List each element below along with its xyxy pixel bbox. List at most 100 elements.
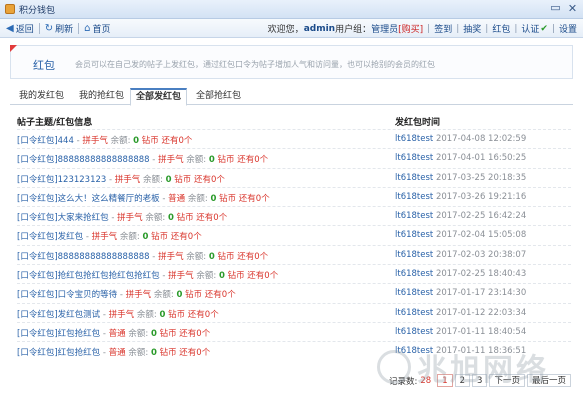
row-subject-link[interactable]: 红包抢红包 [58,329,101,339]
row-unit: 钻币 [159,328,177,339]
row-user-link[interactable]: lt618test [395,173,433,183]
row-info: [口令红包]444 - 拼手气 余额: 0 钻币 还有0个 [17,134,192,146]
row-balance-label: 余额: [128,348,149,359]
row-balance-label: 余额: [186,251,207,262]
row-info: [口令红包]红包抢红包 - 普通 余额: 0 钻币 还有0个 [17,327,210,339]
row-type: 拼手气 [158,251,184,262]
divider: | [485,23,489,34]
row-user-link[interactable]: lt618test [395,269,433,279]
row-unit: 钻币 [217,155,235,166]
row-tag-link[interactable]: [口令红包] [17,252,58,262]
row-time: 2017-02-04 15:05:08 [435,230,527,241]
lottery-link[interactable]: 抽奖 [463,22,481,35]
row-tag-link[interactable]: [口令红包] [17,290,58,300]
row-subject-link[interactable]: 发红包测试 [58,310,101,320]
checkin-link[interactable]: 签到 [434,22,452,35]
row-remaining: 还有0个 [193,174,225,185]
intro-description: 会员可以在自己发的帖子上发红包，通过红包口令为帖子增加人气和访问量，也可以抢别的… [75,60,435,69]
row-balance-label: 余额: [128,328,149,339]
row-type: 拼手气 [125,290,152,301]
settings-link[interactable]: 设置 [559,22,577,35]
row-balance-amount: 0 [167,213,174,224]
row-subject-link[interactable]: 红包抢红包 [58,348,101,358]
row-remaining: 还有0个 [237,155,269,166]
row-tag-link[interactable]: [口令红包] [17,175,58,185]
row-sep: - [108,213,118,224]
verify-link[interactable]: 认证 [521,22,539,35]
back-button[interactable]: ◀ 返回 [6,22,34,35]
row-subject-link[interactable]: 口令宝贝的等待 [58,290,118,300]
row-user-link[interactable]: lt618test [395,250,433,260]
redpacket-link[interactable]: 红包 [492,22,510,35]
row-balance-label: 余额: [153,290,174,301]
row-subject-link[interactable]: 123123123 [58,175,107,185]
toolbar: ◀ 返回 ↻ 刷新 ⌂ 首页 欢迎您， admin 用户组： 管理员 [购买] … [0,19,583,38]
row-subject-link[interactable]: 444 [58,136,74,146]
table-row: [口令红包]88888888888888888 - 拼手气 余额: 0 钻币 还… [17,244,571,264]
row-time: 2017-01-17 23:14:30 [435,288,527,299]
row-info: [口令红包]发红包测试 - 拼手气 余额: 0 钻币 还有0个 [17,308,219,320]
row-subject-link[interactable]: 抢红包抢红包抢红包抢红包 [58,271,160,281]
row-subject-link[interactable]: 发红包 [58,232,84,242]
row-type: 拼手气 [108,309,135,320]
row-user-link[interactable]: lt618test [395,192,433,202]
row-tag-link[interactable]: [口令红包] [17,213,58,223]
row-tag-link[interactable]: [口令红包] [17,271,58,281]
tab-my-sent[interactable]: 我的发红包 [14,89,69,105]
row-balance-amount: 0 [176,290,183,301]
row-unit: 钻币 [176,213,194,224]
row-time: 2017-02-25 16:42:24 [435,211,527,222]
divider: | [427,23,431,34]
row-balance-amount: 0 [165,174,172,185]
table-row: [口令红包]88888888888888888 - 拼手气 余额: 0 钻币 还… [17,148,571,167]
row-tag-link[interactable]: [口令红包] [17,310,58,320]
row-user-link[interactable]: lt618test [395,153,433,163]
buy-link[interactable]: [购买] [398,22,423,35]
row-tag-link[interactable]: [口令红包] [17,329,58,339]
row-tag-link[interactable]: [口令红包] [17,136,58,146]
username-link[interactable]: admin [304,24,335,34]
row-balance-label: 余额: [136,309,157,320]
row-sep: - [149,155,159,166]
row-balance-label: 余额: [196,271,217,282]
row-time-cell: lt618test 2017-01-17 23:14:30 [395,288,526,298]
row-balance-amount: 0 [133,136,140,146]
close-icon[interactable]: ✕ [566,2,579,15]
row-balance-amount: 0 [208,251,215,262]
row-subject-link[interactable]: 88888888888888888 [58,155,150,165]
row-info: [口令红包]123123123 - 拼手气 余额: 0 钻币 还有0个 [17,173,225,185]
row-tag-link[interactable]: [口令红包] [17,155,58,165]
row-time-cell: lt618test 2017-03-26 19:21:16 [395,192,526,202]
tab-all-sent[interactable]: 全部发红包 [130,88,188,106]
row-balance-amount: 0 [208,155,215,166]
tab-all-grabbed[interactable]: 全部抢红包 [191,89,246,105]
row-subject-link[interactable]: 88888888888888888 [58,252,150,262]
row-user-link[interactable]: lt618test [395,134,433,144]
back-label: 返回 [15,24,34,35]
home-icon: ⌂ [84,22,91,34]
minimize-icon[interactable]: ▭ [549,2,562,15]
row-user-link[interactable]: lt618test [395,288,433,298]
row-user-link[interactable]: lt618test [395,211,433,221]
row-tag-link[interactable]: [口令红包] [17,194,58,204]
row-type: 拼手气 [91,232,118,243]
row-user-link[interactable]: lt618test [395,308,433,318]
home-label: 首页 [92,24,111,35]
row-user-link[interactable]: lt618test [395,230,433,240]
row-unit: 钻币 [174,174,192,185]
row-user-link[interactable]: lt618test [395,327,433,337]
watermark-logo-icon [377,350,411,384]
tab-my-grabbed[interactable]: 我的抢红包 [74,89,129,105]
table-row: [口令红包]123123123 - 拼手气 余额: 0 钻币 还有0个 lt618… [17,167,571,187]
refresh-button[interactable]: ↻ 刷新 [45,22,73,35]
row-unit: 钻币 [168,309,186,320]
row-info: [口令红包]88888888888888888 - 拼手气 余额: 0 钻币 还… [17,250,268,262]
home-button[interactable]: ⌂ 首页 [84,22,110,35]
row-tag-link[interactable]: [口令红包] [17,348,58,358]
row-subject-link[interactable]: 大家来抢红包 [58,213,109,223]
row-tag-link[interactable]: [口令红包] [17,232,58,242]
user-bar: 欢迎您， admin 用户组： 管理员 [购买] | 签到 | 抽奖 | 红包 … [268,19,577,38]
row-type: 拼手气 [168,271,194,282]
row-subject-link[interactable]: 这么大！这么精餐厅的老板 [58,194,160,204]
row-remaining: 还有0个 [196,213,228,224]
